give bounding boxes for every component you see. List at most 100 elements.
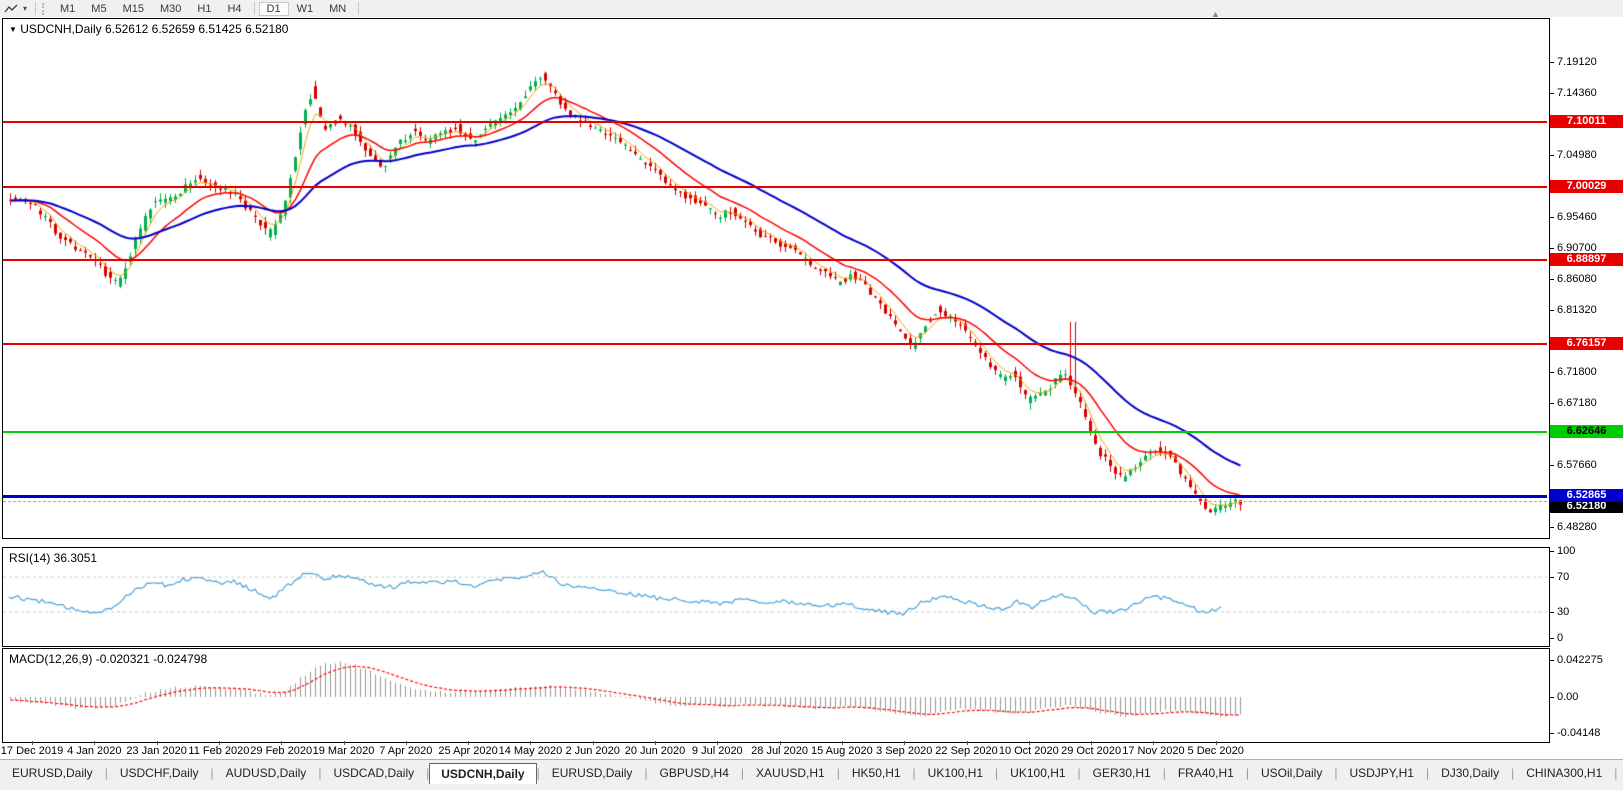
date-label: 29 Oct 2020	[1061, 745, 1122, 757]
tab-item-ger30-h1[interactable]: GER30,H1	[1081, 762, 1163, 784]
tab-item-audusd-daily[interactable]: AUDUSD,Daily	[214, 762, 319, 784]
chart-title: ▼ USDCNH,Daily 6.52612 6.52659 6.51425 6…	[9, 22, 288, 36]
tab-item-hk50-h1[interactable]: HK50,H1	[840, 762, 913, 784]
date-label: 7 Apr 2020	[379, 745, 433, 757]
price-axis-tick	[1549, 464, 1554, 466]
timeframe-button-h1[interactable]: H1	[189, 2, 219, 16]
macd-axis-tick	[1549, 660, 1554, 661]
tab-item-xauusd-h1[interactable]: XAUUSD,H1	[744, 762, 837, 784]
top-toolbar: ▾ M1 M5 M15 M30 H1 H4 D1 W1 MN	[0, 0, 1623, 17]
toolbar-grip[interactable]	[42, 2, 47, 15]
macd-tick-label: -0.04148	[1557, 727, 1601, 740]
timeframe-button-d1[interactable]: D1	[258, 1, 289, 16]
tab-item-usdcnh-daily[interactable]: USDCNH,Daily	[429, 763, 537, 784]
tab-item-gbpusd-h4[interactable]: GBPUSD,H4	[648, 762, 741, 784]
level-price-label: 7.10011	[1550, 114, 1623, 128]
date-label: 11 Feb 2020	[188, 745, 250, 757]
chart-symbol-period: USDCNH,Daily	[20, 22, 102, 36]
level-price-label: 6.76157	[1550, 336, 1623, 350]
tab-item-usoil-daily[interactable]: USOil,Daily	[1249, 762, 1334, 784]
price-axis-tick-label: 6.67180	[1557, 396, 1597, 409]
timeframe-button-m5[interactable]: M5	[83, 2, 114, 16]
price-axis-tick	[1549, 61, 1554, 63]
level-line[interactable]	[3, 495, 1547, 499]
chart-ohlc-values: 6.52612 6.52659 6.51425 6.52180	[104, 22, 289, 36]
rsi-tick-label: 0	[1557, 632, 1564, 644]
tab-item-eurusd-daily[interactable]: EURUSD,Daily	[540, 762, 645, 784]
date-label: 4 Jan 2020	[67, 745, 122, 757]
rsi-tick-label: 70	[1557, 571, 1570, 584]
date-label: 29 Feb 2020	[250, 745, 313, 757]
date-label: 20 Jun 2020	[624, 745, 686, 757]
macd-tick-label: 0.00	[1557, 691, 1579, 703]
tab-item-uk100-h1[interactable]: UK100,H1	[998, 762, 1077, 784]
chevron-down-icon[interactable]: ▾	[22, 4, 31, 13]
chart-tool-icon[interactable]	[0, 3, 22, 15]
level-line[interactable]	[3, 186, 1547, 189]
macd-indicator-panel: MACD(12,26,9) -0.020321 -0.024798	[2, 648, 1550, 743]
tab-item-fra40-h1[interactable]: FRA40,H1	[1166, 762, 1246, 784]
rsi-axis-tick	[1549, 611, 1554, 613]
timeframe-button-group: M1 M5 M15 M30 H1 H4 D1 W1 MN	[52, 1, 363, 16]
price-axis-tick	[1549, 248, 1554, 250]
macd-axis-tick	[1549, 733, 1554, 735]
price-axis-tick-label: 6.86080	[1557, 272, 1597, 285]
timeframe-button-w1[interactable]: W1	[289, 2, 322, 16]
level-line[interactable]	[3, 431, 1547, 434]
toolbar-separator	[253, 2, 255, 15]
macd-axis-tick	[1549, 697, 1554, 698]
date-label: 17 Nov 2020	[1122, 745, 1185, 757]
timeframe-button-m1[interactable]: M1	[52, 2, 83, 16]
timeframe-button-m30[interactable]: M30	[152, 2, 189, 16]
price-axis-tick	[1549, 278, 1554, 280]
tab-item-china300-h1[interactable]: CHINA300,H1	[1514, 762, 1614, 784]
tab-item-eurusd-daily[interactable]: EURUSD,Daily	[0, 762, 105, 784]
price-axis-tick-label: 6.81320	[1557, 303, 1597, 316]
timeframe-button-h4[interactable]: H4	[219, 2, 249, 16]
mt4-window: { "toolbar":{ "timeframes":["M1","M5","M…	[0, 0, 1623, 790]
date-label: 3 Sep 2020	[876, 745, 933, 757]
tab-item-uk100-h1[interactable]: UK100,H1	[916, 762, 995, 784]
collapse-triangle-icon[interactable]: ▼	[9, 25, 17, 34]
tab-item-usdcad-daily[interactable]: USDCAD,Daily	[321, 762, 426, 784]
price-chart-panel: ▼ USDCNH,Daily 6.52612 6.52659 6.51425 6…	[2, 18, 1550, 539]
tab-item-dj30-daily[interactable]: DJ30,Daily	[1429, 762, 1511, 784]
price-axis-tick	[1549, 402, 1554, 404]
price-axis-tick	[1549, 154, 1554, 156]
date-label: 15 Aug 2020	[810, 745, 873, 757]
price-axis-tick	[1549, 217, 1554, 219]
timeframe-button-m15[interactable]: M15	[115, 2, 152, 16]
toolbar-separator	[358, 2, 360, 15]
price-axis-tick-label: 6.95460	[1557, 211, 1597, 224]
chart-shift-marker-icon[interactable]: ▲	[1211, 9, 1220, 19]
bid-price-line	[3, 500, 1547, 502]
level-line[interactable]	[3, 120, 1547, 123]
price-axis-tick	[1549, 309, 1554, 311]
price-chart-canvas[interactable]	[3, 19, 1547, 536]
macd-label: MACD(12,26,9) -0.020321 -0.024798	[9, 652, 208, 666]
level-line[interactable]	[3, 259, 1547, 262]
price-axis-tick	[1549, 372, 1554, 374]
price-axis-tick-label: 7.19120	[1557, 55, 1597, 68]
rsi-tick-label: 30	[1557, 605, 1570, 618]
price-axis-tick	[1549, 526, 1554, 528]
date-label: 23 Jan 2020	[126, 745, 187, 757]
rsi-axis-tick	[1549, 577, 1554, 579]
date-label: 19 Mar 2020	[312, 745, 375, 757]
rsi-canvas[interactable]	[3, 548, 1547, 644]
toolbar-separator	[35, 2, 37, 15]
rsi-indicator-panel: RSI(14) 36.3051	[2, 547, 1550, 647]
rsi-axis-tick	[1549, 638, 1554, 639]
macd-canvas[interactable]	[3, 649, 1547, 740]
level-line[interactable]	[3, 342, 1547, 345]
timeframe-button-mn[interactable]: MN	[321, 2, 354, 16]
date-label: 28 Jul 2020	[751, 745, 809, 757]
tab-item-usdchf-daily[interactable]: USDCHF,Daily	[108, 762, 211, 784]
rsi-tick-label: 100	[1557, 545, 1576, 557]
date-label: 25 Apr 2020	[438, 745, 498, 757]
tab-item-usoil-[interactable]: USOil,	[1617, 762, 1623, 784]
tab-item-usdjpy-h1[interactable]: USDJPY,H1	[1337, 762, 1425, 784]
price-axis-tick-label: 7.14360	[1557, 87, 1597, 100]
level-price-label: 6.52865	[1550, 489, 1623, 503]
date-label: 22 Sep 2020	[935, 745, 998, 757]
